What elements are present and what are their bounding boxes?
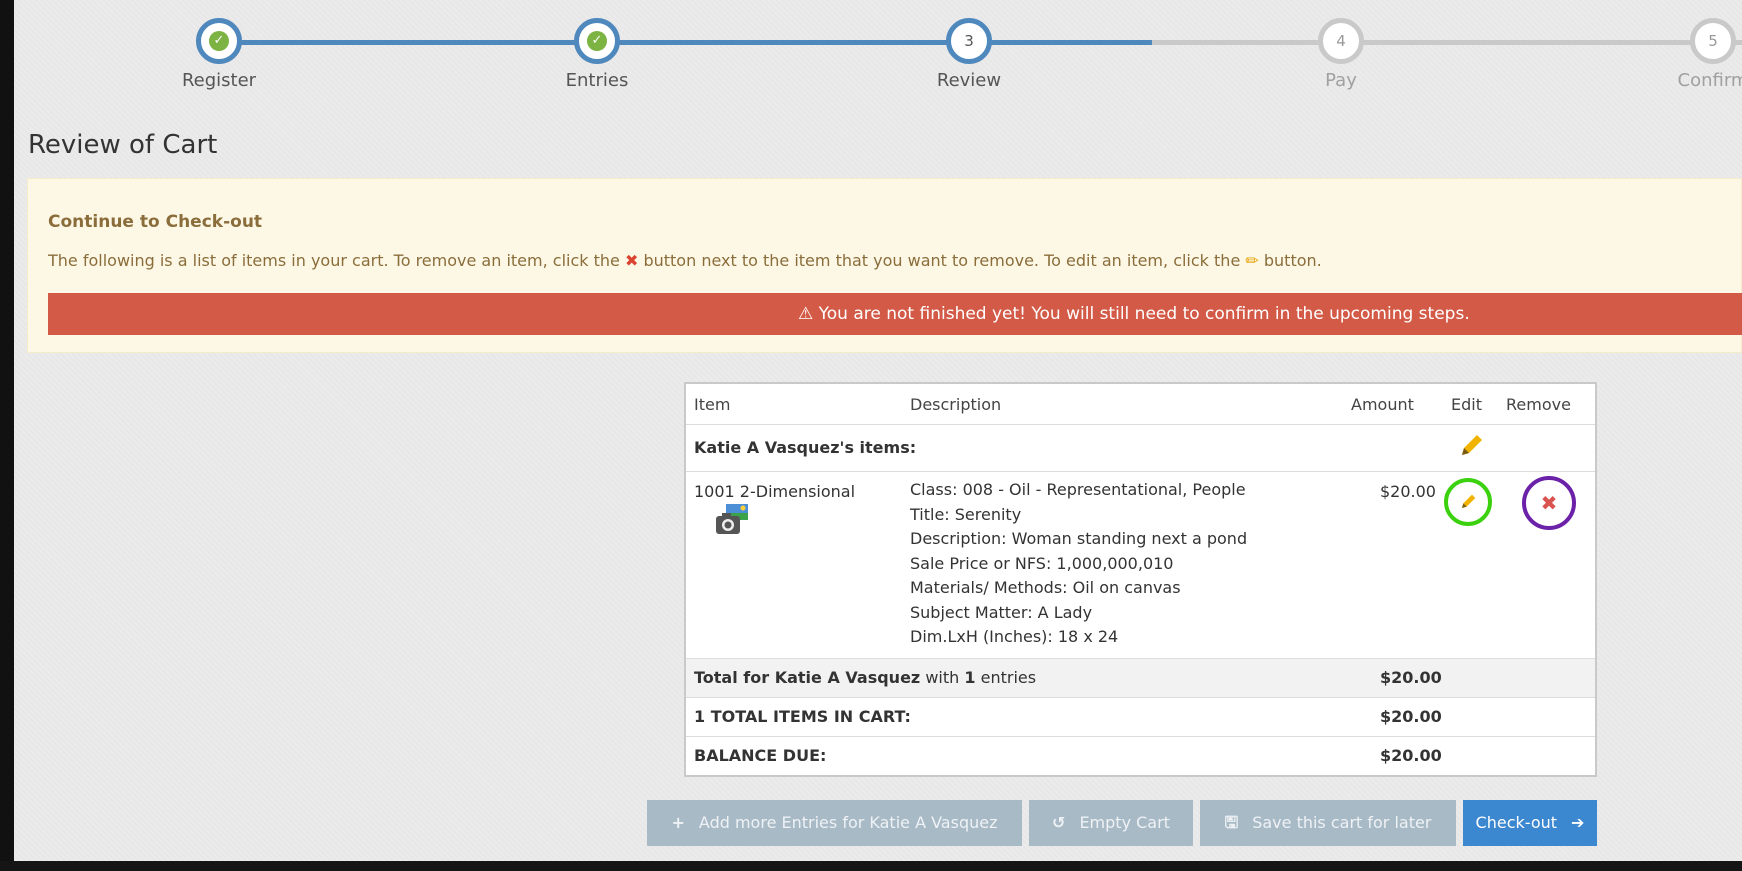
step-label: Register xyxy=(181,70,257,91)
description-line: Sale Price or NFS: 1,000,000,010 xyxy=(910,553,1174,573)
step-label: Entries xyxy=(565,70,629,91)
camera-photo-icon[interactable] xyxy=(716,504,750,536)
item-name: 1001 2-Dimensional xyxy=(694,482,856,501)
remove-x-icon: ✖ xyxy=(1540,491,1558,515)
alert-text: You are not finished yet! You will still… xyxy=(818,304,1470,324)
step-circle: ✓ xyxy=(574,18,620,64)
step-entries: ✓ Entries xyxy=(517,18,677,91)
group-edit-pencil-icon[interactable] xyxy=(1456,431,1486,461)
window-edge-bottom xyxy=(0,861,1742,871)
remove-item-button[interactable]: ✖ xyxy=(1522,476,1576,530)
item-description: Class: 008 - Oil - Representational, Peo… xyxy=(910,478,1247,650)
balance-amount: $20.00 xyxy=(1380,746,1442,765)
step-circle: 4 xyxy=(1318,18,1364,64)
step-label: Confirm xyxy=(1677,70,1742,91)
cart-item-row: 1001 2-Dimensional Class: 008 - Oil - Re… xyxy=(686,471,1595,658)
step-register: ✓ Register xyxy=(139,18,299,91)
pencil-icon xyxy=(1462,494,1476,508)
add-more-label: Add more Entries for Katie A Vasquez xyxy=(698,813,998,832)
item-amount: $20.00 xyxy=(1380,482,1436,501)
plus-icon: + xyxy=(671,813,685,832)
pencil-icon: ✏ xyxy=(1245,251,1259,270)
instructions-part3: button. xyxy=(1263,251,1322,270)
total-prefix: Total for Katie A Vasquez xyxy=(694,668,921,687)
edit-item-button[interactable] xyxy=(1444,478,1492,526)
instructions-part1: The following is a list of items in your… xyxy=(48,251,620,270)
description-line: Materials/ Methods: Oil on canvas xyxy=(910,578,1181,597)
balance-due-row: BALANCE DUE: $20.00 xyxy=(686,736,1595,775)
step-circle: 5 xyxy=(1690,18,1736,64)
checkout-notice-panel: Continue to Check-out The following is a… xyxy=(27,178,1742,353)
checkout-progress-stepper: ✓ Register ✓ Entries 3 Review 4 Pay 5 Co… xyxy=(0,0,1742,110)
description-line: Class: 008 - Oil - Representational, Peo… xyxy=(910,480,1246,499)
save-cart-later-button[interactable]: 🖫 Save this cart for later xyxy=(1200,800,1456,846)
total-label: Total for Katie A Vasquez with 1 entries xyxy=(694,668,1036,687)
undo-icon: ↺ xyxy=(1052,813,1066,832)
checkout-label: Check-out xyxy=(1475,813,1558,832)
description-line: Description: Woman standing next a pond xyxy=(910,529,1248,548)
warning-alert: ⚠ You are not finished yet! You will sti… xyxy=(48,293,1742,335)
check-icon: ✓ xyxy=(209,31,229,51)
balance-label: BALANCE DUE: xyxy=(694,746,827,765)
step-confirm: 5 Confirm xyxy=(1633,18,1742,91)
step-circle: ✓ xyxy=(196,18,242,64)
total-amount: $20.00 xyxy=(1380,668,1442,687)
instructions-part2: button next to the item that you want to… xyxy=(643,251,1241,270)
total-with: with xyxy=(925,668,960,687)
empty-cart-button[interactable]: ↺ Empty Cart xyxy=(1029,800,1193,846)
total-suffix: entries xyxy=(980,668,1037,687)
add-more-entries-button[interactable]: + Add more Entries for Katie A Vasquez xyxy=(647,800,1022,846)
warning-triangle-icon: ⚠ xyxy=(798,304,814,324)
window-edge xyxy=(0,0,14,871)
step-pay: 4 Pay xyxy=(1261,18,1421,91)
check-icon: ✓ xyxy=(587,31,607,51)
description-line: Subject Matter: A Lady xyxy=(910,602,1093,622)
table-header-row: Item Description Amount Edit Remove xyxy=(686,384,1595,424)
header-edit: Edit xyxy=(1451,395,1482,414)
step-review: 3 Review xyxy=(889,18,1049,91)
panel-heading: Continue to Check-out xyxy=(48,212,263,232)
description-line: Dim.LxH (Inches): 18 x 24 xyxy=(910,627,1119,646)
group-label: Katie A Vasquez's items: xyxy=(694,438,917,457)
header-amount: Amount xyxy=(1351,395,1414,414)
step-label: Review xyxy=(936,70,1002,91)
remove-x-icon: ✖ xyxy=(624,251,639,270)
save-later-label: Save this cart for later xyxy=(1252,813,1432,832)
panel-instructions: The following is a list of items in your… xyxy=(48,251,1322,270)
items-in-cart-row: 1 TOTAL ITEMS IN CART: $20.00 xyxy=(686,697,1595,736)
group-header-row: Katie A Vasquez's items: xyxy=(686,424,1595,471)
empty-cart-label: Empty Cart xyxy=(1079,813,1170,832)
items-in-cart-amount: $20.00 xyxy=(1380,707,1442,726)
arrow-right-icon: ➔ xyxy=(1571,813,1585,832)
step-label: Pay xyxy=(1325,70,1357,91)
floppy-disk-icon: 🖫 xyxy=(1224,813,1239,832)
checkout-button[interactable]: Check-out ➔ xyxy=(1463,800,1597,846)
page-title: Review of Cart xyxy=(28,130,218,160)
items-in-cart-label: 1 TOTAL ITEMS IN CART: xyxy=(694,707,911,726)
cart-table: Item Description Amount Edit Remove Kati… xyxy=(684,382,1597,777)
description-line: Title: Serenity xyxy=(910,504,1022,524)
total-count: 1 xyxy=(964,668,976,687)
step-circle: 3 xyxy=(946,18,992,64)
header-item: Item xyxy=(694,395,731,414)
entries-total-row: Total for Katie A Vasquez with 1 entries… xyxy=(686,658,1595,697)
header-description: Description xyxy=(910,395,1002,414)
header-remove: Remove xyxy=(1506,395,1571,414)
